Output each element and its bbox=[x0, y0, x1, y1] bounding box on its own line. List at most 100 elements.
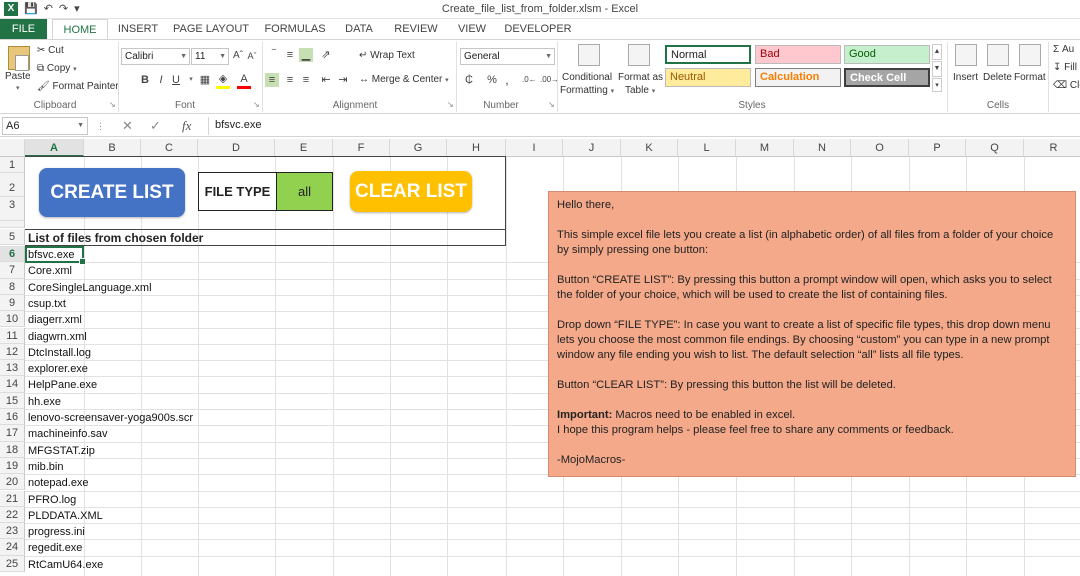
confirm-entry-icon[interactable]: ✓ bbox=[150, 118, 161, 134]
column-header[interactable]: E bbox=[275, 139, 333, 157]
comma-style-icon[interactable]: ‚ bbox=[500, 73, 514, 87]
percent-icon[interactable]: % bbox=[485, 73, 499, 87]
fill-button[interactable]: ↧ Fill bbox=[1053, 62, 1077, 73]
row-header[interactable]: 21 bbox=[0, 491, 25, 507]
list-item[interactable]: diagerr.xml bbox=[28, 312, 82, 328]
wrap-text-button[interactable]: ↵ Wrap Text bbox=[359, 50, 415, 61]
underline-button[interactable]: U bbox=[170, 73, 182, 87]
decrease-font-icon[interactable]: Aˇ bbox=[246, 49, 258, 63]
font-launcher-icon[interactable]: ↘ bbox=[253, 100, 260, 109]
list-item[interactable]: DtcInstall.log bbox=[28, 345, 91, 361]
styles-scroll-up-icon[interactable]: ▲ bbox=[932, 44, 942, 60]
list-item[interactable]: RtCamU64.exe bbox=[28, 557, 103, 573]
list-item[interactable]: csup.txt bbox=[28, 296, 66, 312]
row-header[interactable]: 23 bbox=[0, 523, 25, 539]
row-header[interactable]: 3 bbox=[0, 197, 25, 221]
formula-input[interactable]: bfsvc.exe bbox=[208, 117, 1078, 135]
row-header[interactable]: 15 bbox=[0, 393, 25, 409]
tab-data[interactable]: DATA bbox=[336, 19, 382, 40]
list-item[interactable]: MFGSTAT.zip bbox=[28, 443, 95, 459]
row-header[interactable]: 12 bbox=[0, 344, 25, 360]
column-header[interactable]: J bbox=[563, 139, 621, 157]
format-as-table-icon[interactable] bbox=[628, 44, 650, 66]
column-header[interactable]: L bbox=[678, 139, 736, 157]
tab-insert[interactable]: INSERT bbox=[112, 19, 164, 40]
format-as-table-button[interactable]: Table ▾ bbox=[625, 85, 655, 96]
copy-button[interactable]: ⧉ Copy ▾ bbox=[37, 63, 77, 74]
autosum-button[interactable]: Σ Au bbox=[1053, 44, 1074, 55]
format-as-table-label-1[interactable]: Format as bbox=[618, 72, 663, 83]
row-header[interactable]: 17 bbox=[0, 425, 25, 441]
tab-view[interactable]: VIEW bbox=[450, 19, 494, 40]
insert-function-icon[interactable]: fx bbox=[182, 118, 191, 134]
insert-cells-button[interactable]: Insert bbox=[953, 72, 978, 83]
tab-formulas[interactable]: FORMULAS bbox=[260, 19, 330, 40]
paste-button[interactable]: Paste bbox=[5, 71, 31, 82]
font-color-icon[interactable]: A bbox=[237, 72, 251, 89]
list-item[interactable]: diagwrn.xml bbox=[28, 329, 87, 345]
list-item[interactable]: lenovo-screensaver-yoga900s.scr bbox=[28, 410, 193, 426]
accounting-format-icon[interactable]: ₵ bbox=[462, 73, 476, 87]
merge-center-button[interactable]: ↔ Merge & Center ▾ bbox=[359, 74, 449, 85]
style-check-cell[interactable]: Check Cell bbox=[844, 68, 930, 87]
insert-cells-icon[interactable] bbox=[955, 44, 977, 66]
row-header[interactable]: 25 bbox=[0, 556, 25, 572]
font-name-select[interactable]: Calibri▼ bbox=[121, 48, 190, 65]
format-painter-button[interactable]: 🖌 Format Painter bbox=[37, 81, 119, 92]
row-header[interactable]: 11 bbox=[0, 328, 25, 344]
column-header[interactable]: R bbox=[1024, 139, 1080, 157]
format-cells-icon[interactable] bbox=[1019, 44, 1041, 66]
column-header[interactable]: K bbox=[621, 139, 678, 157]
list-item[interactable]: CoreSingleLanguage.xml bbox=[28, 280, 152, 296]
borders-icon[interactable]: ▦ bbox=[198, 73, 212, 87]
select-all-corner[interactable] bbox=[0, 139, 25, 157]
clear-button[interactable]: ⌫ Cle bbox=[1053, 80, 1080, 91]
delete-cells-icon[interactable] bbox=[987, 44, 1009, 66]
number-format-select[interactable]: General▼ bbox=[460, 48, 555, 65]
column-header[interactable]: A bbox=[25, 139, 84, 157]
tab-file[interactable]: FILE bbox=[0, 19, 47, 40]
number-launcher-icon[interactable]: ↘ bbox=[548, 100, 555, 109]
styles-scroll-down-icon[interactable]: ▼ bbox=[932, 61, 942, 77]
align-center-icon[interactable]: ≡ bbox=[283, 73, 297, 87]
bottom-align-icon[interactable]: ▁ bbox=[299, 48, 313, 62]
row-header[interactable]: 22 bbox=[0, 507, 25, 523]
create-list-button[interactable]: CREATE LIST bbox=[39, 168, 185, 217]
orientation-icon[interactable]: ⇗ bbox=[319, 48, 333, 62]
style-normal[interactable]: Normal bbox=[665, 45, 751, 64]
name-box[interactable]: A6▼ bbox=[2, 117, 88, 135]
row-header[interactable]: 7 bbox=[0, 262, 25, 278]
style-neutral[interactable]: Neutral bbox=[665, 68, 751, 87]
row-header[interactable]: 20 bbox=[0, 474, 25, 490]
instructions-note[interactable]: Hello there, This simple excel file lets… bbox=[548, 191, 1076, 477]
list-item[interactable]: PLDDATA.XML bbox=[28, 508, 103, 524]
row-header[interactable]: 19 bbox=[0, 458, 25, 474]
tab-page-layout[interactable]: PAGE LAYOUT bbox=[170, 19, 252, 40]
fill-color-icon[interactable]: ◈ bbox=[216, 72, 230, 89]
increase-indent-icon[interactable]: ⇥ bbox=[336, 73, 350, 87]
row-header[interactable]: 14 bbox=[0, 376, 25, 392]
column-header[interactable]: F bbox=[333, 139, 390, 157]
list-item[interactable]: explorer.exe bbox=[28, 361, 88, 377]
row-header[interactable]: 13 bbox=[0, 360, 25, 376]
bold-button[interactable]: B bbox=[139, 73, 151, 87]
list-item[interactable]: mib.bin bbox=[28, 459, 63, 475]
list-item[interactable]: HelpPane.exe bbox=[28, 377, 97, 393]
row-header[interactable]: 4 bbox=[0, 221, 25, 228]
font-size-select[interactable]: 11▼ bbox=[191, 48, 229, 65]
format-cells-button[interactable]: Format bbox=[1014, 72, 1046, 83]
list-item[interactable]: PFRO.log bbox=[28, 492, 76, 508]
list-item[interactable]: progress.ini bbox=[28, 524, 85, 540]
styles-more-icon[interactable]: ▾ bbox=[932, 78, 942, 92]
row-header[interactable]: 9 bbox=[0, 295, 25, 311]
cut-button[interactable]: ✂ Cut bbox=[37, 45, 64, 56]
increase-decimal-icon[interactable]: .0← bbox=[522, 73, 536, 87]
row-header[interactable]: 24 bbox=[0, 539, 25, 555]
row-header[interactable]: 16 bbox=[0, 409, 25, 425]
align-right-icon[interactable]: ≡ bbox=[299, 73, 313, 87]
column-header[interactable]: C bbox=[141, 139, 198, 157]
list-item[interactable]: hh.exe bbox=[28, 394, 61, 410]
underline-dropdown-icon[interactable]: ▾ bbox=[186, 73, 196, 87]
file-type-dropdown[interactable]: all bbox=[276, 173, 332, 210]
row-header[interactable]: 6 bbox=[0, 246, 25, 262]
